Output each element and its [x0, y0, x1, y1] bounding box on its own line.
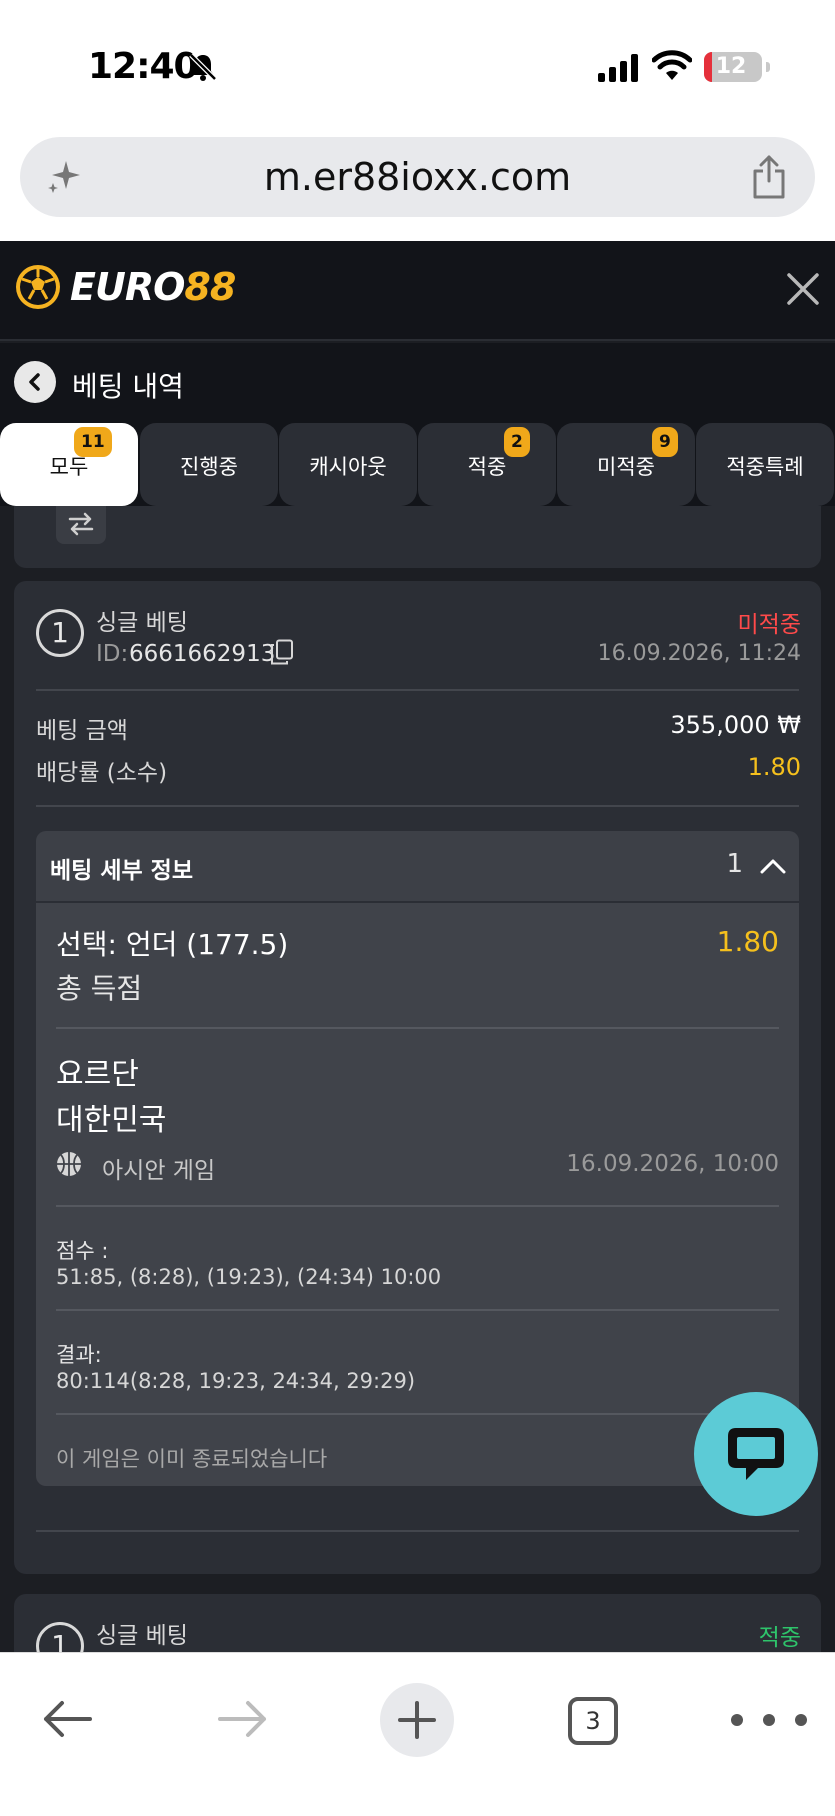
divider	[36, 1530, 799, 1532]
new-tab-button[interactable]	[380, 1683, 454, 1757]
game-ended-note: 이 게임은 이미 종료되었습니다	[56, 1447, 328, 1471]
selection-text: 선택: 언더 (177.5)	[56, 928, 289, 961]
bell-muted-icon	[189, 53, 217, 81]
previous-bet-card	[14, 506, 821, 568]
league-name: 아시안 게임	[102, 1158, 216, 1184]
tab-all-label: 모두	[49, 455, 89, 479]
address-bar[interactable]: m.er88ioxx.com	[20, 137, 815, 217]
more-dots-icon[interactable]	[726, 1709, 812, 1731]
page-title: 베팅 내역	[72, 370, 184, 403]
tab-lost[interactable]: 9 미적중	[557, 423, 695, 506]
odds-value: 1.80	[747, 753, 801, 781]
arrow-left-icon[interactable]	[40, 1697, 94, 1741]
bet-index: 1	[36, 1622, 84, 1652]
result-value: 80:114(8:28, 19:23, 24:34, 29:29)	[56, 1369, 416, 1393]
bet-id: 6661662913	[129, 641, 276, 667]
bet-index: 1	[36, 609, 84, 657]
tab-in-progress[interactable]: 진행중	[140, 423, 278, 506]
divider	[36, 805, 799, 807]
bet-details-count: 1	[726, 849, 743, 879]
match-date: 16.09.2026, 10:00	[566, 1151, 779, 1177]
score-label: 점수 :	[56, 1239, 109, 1263]
arrow-right-icon[interactable]	[216, 1697, 270, 1741]
team-away: 대한민국	[56, 1103, 167, 1138]
bet-status-badge: 미적중	[737, 612, 801, 638]
divider	[56, 1027, 779, 1029]
tab-special[interactable]: 적중특례	[696, 423, 834, 506]
bet-details-title: 베팅 세부 정보	[50, 858, 193, 884]
tab-in-progress-label: 진행중	[180, 455, 238, 479]
wifi-icon	[652, 50, 692, 80]
status-time: 12:40	[88, 46, 199, 87]
bet-type: 싱글 베팅	[96, 610, 188, 636]
divider	[56, 1413, 779, 1415]
status-bar: 12:40 12	[0, 0, 835, 130]
divider	[56, 1205, 779, 1207]
soccer-ball-logo-icon	[16, 265, 60, 309]
tab-cashout-label: 캐시아웃	[309, 455, 387, 479]
bet-amount-label: 베팅 금액	[36, 718, 128, 744]
divider	[36, 689, 799, 691]
plus-icon	[398, 1701, 436, 1739]
next-bet-card: 1 싱글 베팅 적중	[14, 1594, 821, 1652]
basketball-icon	[57, 1152, 81, 1176]
share-icon[interactable]	[751, 155, 787, 199]
chat-bubble-icon	[728, 1428, 784, 1480]
bet-details-body: 선택: 언더 (177.5) 1.80 총 득점 요르단 대한민국 아시안 게임…	[36, 903, 799, 1486]
chevron-left-icon	[29, 373, 40, 391]
tab-switcher-button[interactable]: 3	[568, 1697, 618, 1745]
bet-amount-value: 355,000 ₩	[670, 711, 801, 739]
close-icon[interactable]	[785, 271, 821, 307]
browser-toolbar: 3	[0, 1652, 835, 1816]
live-chat-button[interactable]	[694, 1392, 818, 1516]
tab-all[interactable]: 11 모두	[0, 423, 138, 506]
bet-type: 싱글 베팅	[96, 1623, 188, 1649]
result-label: 결과:	[56, 1343, 102, 1367]
copy-icon[interactable]	[270, 639, 294, 665]
bet-id-label: ID:	[96, 641, 129, 667]
selection-odds: 1.80	[716, 925, 779, 958]
tab-won-label: 적중	[467, 455, 507, 479]
bet-details-toggle[interactable]: 베팅 세부 정보 1	[36, 831, 799, 901]
bet-status-badge: 적중	[758, 1625, 801, 1651]
bet-filter-tabs: 11 모두 진행중 캐시아웃 2 적중 9 미적중 적중특례	[0, 423, 835, 506]
battery-level: 12	[715, 54, 747, 79]
tab-lost-label: 미적중	[597, 455, 655, 479]
tab-special-label: 적중특례	[726, 455, 804, 479]
cellular-signal-icon	[598, 54, 638, 82]
back-button[interactable]	[14, 361, 56, 403]
odds-label: 배당률 (소수)	[36, 760, 168, 786]
swap-button[interactable]	[56, 506, 106, 544]
market-name: 총 득점	[56, 972, 143, 1005]
divider	[56, 1309, 779, 1311]
score-value: 51:85, (8:28), (19:23), (24:34) 10:00	[56, 1265, 442, 1289]
battery-icon: 12	[704, 52, 770, 82]
tab-won[interactable]: 2 적중	[418, 423, 556, 506]
page-title-bar: 베팅 내역	[0, 343, 835, 423]
swap-arrows-icon	[68, 512, 94, 536]
logo-wordmark: EURO88	[70, 265, 236, 309]
tab-cashout[interactable]: 캐시아웃	[279, 423, 417, 506]
chevron-up-icon	[760, 859, 786, 874]
site-header: EURO88	[0, 241, 835, 341]
team-home: 요르단	[56, 1057, 139, 1092]
url-text[interactable]: m.er88ioxx.com	[20, 155, 815, 199]
bet-date: 16.09.2026, 11:24	[597, 641, 801, 666]
